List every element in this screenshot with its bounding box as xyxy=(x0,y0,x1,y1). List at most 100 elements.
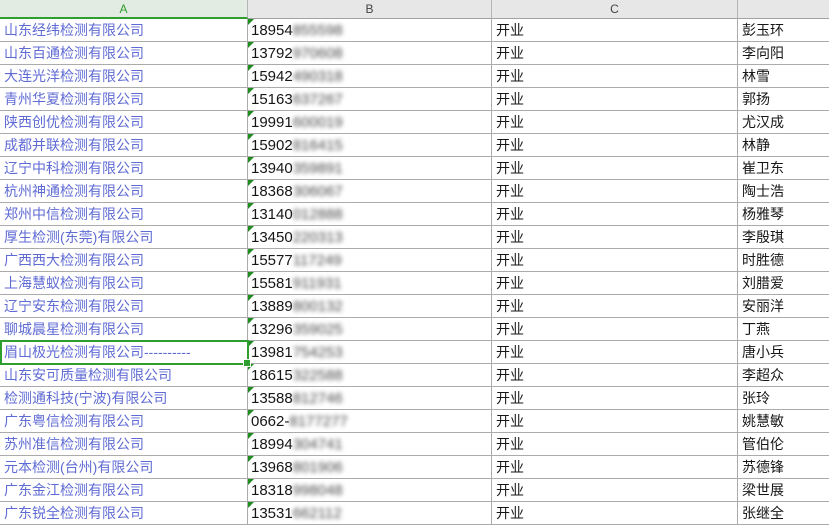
company-cell[interactable]: 广西西大检测有限公司 xyxy=(0,249,248,272)
contact-cell[interactable]: 尤汉成 xyxy=(738,111,829,134)
status-cell[interactable]: 开业 xyxy=(492,341,738,364)
company-cell[interactable]: 厚生检测(东莞)有限公司 xyxy=(0,226,248,249)
phone-cell[interactable]: 18994304741 xyxy=(248,433,492,456)
phone-cell[interactable]: 18615322588 xyxy=(248,364,492,387)
phone-cell[interactable]: 13968801906 xyxy=(248,456,492,479)
company-cell[interactable]: 广东金江检测有限公司 xyxy=(0,479,248,502)
status-cell[interactable]: 开业 xyxy=(492,249,738,272)
phone-cell[interactable]: 13588812746 xyxy=(248,387,492,410)
company-cell[interactable]: 山东百通检测有限公司 xyxy=(0,42,248,65)
company-cell[interactable]: 成都并联检测有限公司 xyxy=(0,134,248,157)
contact-name: 尤汉成 xyxy=(742,112,784,132)
status-cell[interactable]: 开业 xyxy=(492,479,738,502)
company-cell[interactable]: 杭州神通检测有限公司 xyxy=(0,180,248,203)
status-cell[interactable]: 开业 xyxy=(492,134,738,157)
company-cell[interactable]: 广东锐全检测有限公司 xyxy=(0,502,248,525)
status-cell[interactable]: 开业 xyxy=(492,364,738,387)
column-header-d[interactable] xyxy=(738,0,829,19)
phone-cell[interactable]: 13140012888 xyxy=(248,203,492,226)
contact-name: 李向阳 xyxy=(742,43,784,63)
phone-cell[interactable]: 0662-8177277 xyxy=(248,410,492,433)
status-cell[interactable]: 开业 xyxy=(492,226,738,249)
company-cell[interactable]: 青州华夏检测有限公司 xyxy=(0,88,248,111)
status-cell[interactable]: 开业 xyxy=(492,502,738,525)
company-cell[interactable]: 山东安可质量检测有限公司 xyxy=(0,364,248,387)
phone-cell[interactable]: 13889800132 xyxy=(248,295,492,318)
contact-cell[interactable]: 唐小兵 xyxy=(738,341,829,364)
contact-cell[interactable]: 李向阳 xyxy=(738,42,829,65)
column-header-b[interactable]: B xyxy=(248,0,492,19)
company-cell[interactable]: 郑州中信检测有限公司 xyxy=(0,203,248,226)
status-cell[interactable]: 开业 xyxy=(492,272,738,295)
status-cell[interactable]: 开业 xyxy=(492,410,738,433)
status-cell[interactable]: 开业 xyxy=(492,318,738,341)
company-name: 上海慧蚁检测有限公司 xyxy=(4,273,144,293)
phone-cell[interactable]: 13940359891 xyxy=(248,157,492,180)
status-cell[interactable]: 开业 xyxy=(492,433,738,456)
contact-cell[interactable]: 苏德锋 xyxy=(738,456,829,479)
contact-cell[interactable]: 姚慧敏 xyxy=(738,410,829,433)
phone-cell[interactable]: 13296359025 xyxy=(248,318,492,341)
status-cell[interactable]: 开业 xyxy=(492,157,738,180)
company-cell[interactable]: 广东粤信检测有限公司 xyxy=(0,410,248,433)
phone-cell[interactable]: 13450220313 xyxy=(248,226,492,249)
status-cell[interactable]: 开业 xyxy=(492,456,738,479)
phone-cell[interactable]: 15902816415 xyxy=(248,134,492,157)
contact-cell[interactable]: 郭扬 xyxy=(738,88,829,111)
contact-cell[interactable]: 李超众 xyxy=(738,364,829,387)
contact-cell[interactable]: 刘腊爱 xyxy=(738,272,829,295)
table-row: 山东经纬检测有限公司 18954855598 开业 彭玉环 xyxy=(0,19,829,42)
number-as-text-indicator-icon xyxy=(248,203,254,209)
company-cell[interactable]: 大连光洋检测有限公司 xyxy=(0,65,248,88)
phone-cell[interactable]: 18954855598 xyxy=(248,19,492,42)
company-cell[interactable]: 元本检测(台州)有限公司 xyxy=(0,456,248,479)
company-cell[interactable]: 苏州准信检测有限公司 xyxy=(0,433,248,456)
column-header-c[interactable]: C xyxy=(492,0,738,19)
company-cell[interactable]: 山东经纬检测有限公司 xyxy=(0,19,248,42)
company-cell[interactable]: 聊城晨星检测有限公司 xyxy=(0,318,248,341)
status-cell[interactable]: 开业 xyxy=(492,295,738,318)
phone-cell[interactable]: 18318998048 xyxy=(248,479,492,502)
contact-cell[interactable]: 张继全 xyxy=(738,502,829,525)
phone-cell[interactable]: 13792970608 xyxy=(248,42,492,65)
contact-cell[interactable]: 崔卫东 xyxy=(738,157,829,180)
contact-cell[interactable]: 杨雅琴 xyxy=(738,203,829,226)
phone-cell[interactable]: 13531662112 xyxy=(248,502,492,525)
company-cell[interactable]: 上海慧蚁检测有限公司 xyxy=(0,272,248,295)
contact-cell[interactable]: 林雪 xyxy=(738,65,829,88)
contact-cell[interactable]: 陶士浩 xyxy=(738,180,829,203)
contact-cell[interactable]: 丁燕 xyxy=(738,318,829,341)
company-cell[interactable]: 辽宁安东检测有限公司 xyxy=(0,295,248,318)
contact-cell[interactable]: 张玲 xyxy=(738,387,829,410)
contact-cell[interactable]: 管伯伦 xyxy=(738,433,829,456)
contact-cell[interactable]: 安丽洋 xyxy=(738,295,829,318)
contact-cell[interactable]: 李殷琪 xyxy=(738,226,829,249)
status-cell[interactable]: 开业 xyxy=(492,387,738,410)
company-cell[interactable]: 检测通科技(宁波)有限公司 xyxy=(0,387,248,410)
status-cell[interactable]: 开业 xyxy=(492,88,738,111)
company-cell[interactable]: 眉山极光检测有限公司---------- xyxy=(0,341,248,364)
status-cell[interactable]: 开业 xyxy=(492,180,738,203)
status-cell[interactable]: 开业 xyxy=(492,203,738,226)
contact-cell[interactable]: 时胜德 xyxy=(738,249,829,272)
phone-cell[interactable]: 15942490318 xyxy=(248,65,492,88)
phone-cell[interactable]: 18368306067 xyxy=(248,180,492,203)
contact-cell[interactable]: 彭玉环 xyxy=(738,19,829,42)
status-cell[interactable]: 开业 xyxy=(492,111,738,134)
company-cell[interactable]: 辽宁中科检测有限公司 xyxy=(0,157,248,180)
phone-cell[interactable]: 15163637267 xyxy=(248,88,492,111)
company-name: 元本检测(台州)有限公司 xyxy=(4,457,153,477)
company-cell[interactable]: 陕西创优检测有限公司 xyxy=(0,111,248,134)
phone-cell[interactable]: 19991600019 xyxy=(248,111,492,134)
column-header-a[interactable]: A xyxy=(0,0,248,19)
contact-cell[interactable]: 梁世展 xyxy=(738,479,829,502)
phone-cell[interactable]: 13981754253 xyxy=(248,341,492,364)
number-as-text-indicator-icon xyxy=(248,272,254,278)
phone-cell[interactable]: 15581911931 xyxy=(248,272,492,295)
fill-handle[interactable] xyxy=(243,359,251,367)
status-cell[interactable]: 开业 xyxy=(492,19,738,42)
contact-cell[interactable]: 林静 xyxy=(738,134,829,157)
phone-cell[interactable]: 15577117249 xyxy=(248,249,492,272)
status-cell[interactable]: 开业 xyxy=(492,42,738,65)
status-cell[interactable]: 开业 xyxy=(492,65,738,88)
